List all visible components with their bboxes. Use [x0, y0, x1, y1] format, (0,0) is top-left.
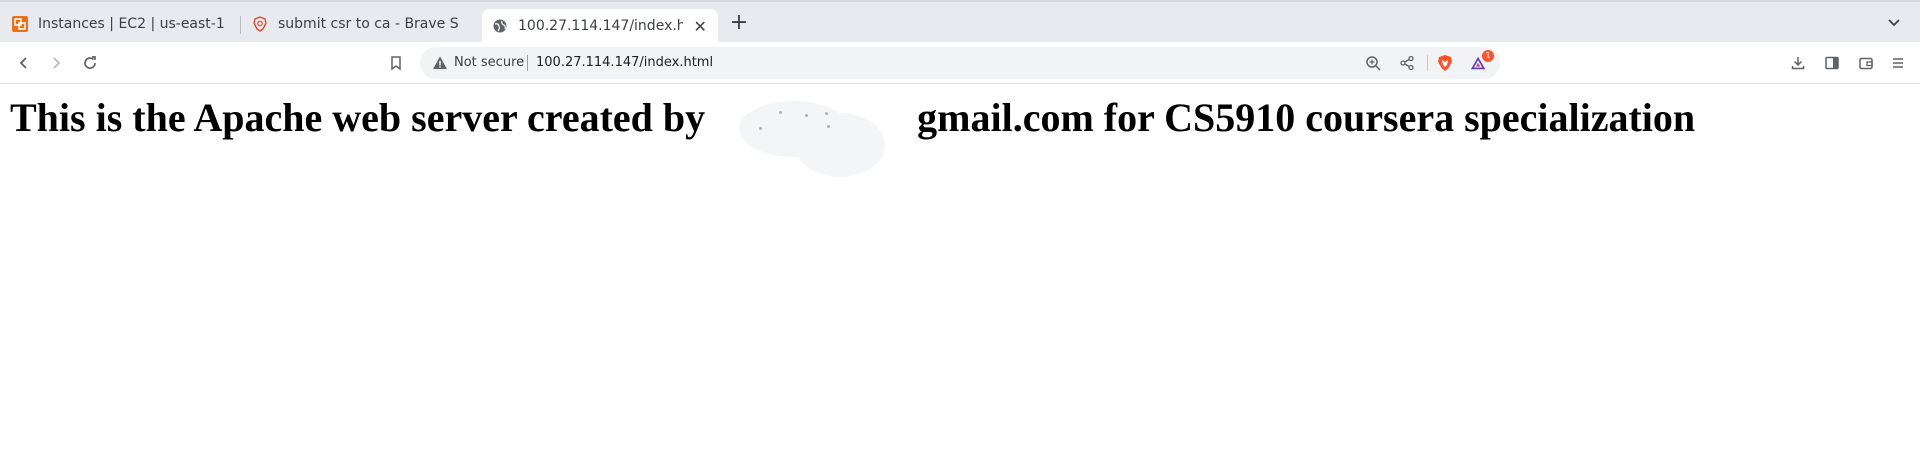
new-tab-button[interactable]: +: [728, 11, 750, 35]
globe-icon: [492, 18, 508, 34]
page-heading: This is the Apache web server created by…: [10, 94, 1696, 177]
sidebar-icon: [1825, 56, 1839, 70]
bookmark-button[interactable]: [386, 53, 406, 73]
tab-index-html[interactable]: 100.27.114.147/index.html ✕: [482, 9, 718, 43]
hamburger-menu-icon: [1893, 58, 1903, 68]
arrow-right-icon: [53, 57, 61, 69]
address-bar[interactable]: Not secure 100.27.114.147/index.html 1: [420, 47, 1500, 79]
tab-strip: Instances | EC2 | us-east-1 submit csr t…: [0, 0, 1920, 43]
brave-shields-icon[interactable]: [1436, 54, 1454, 72]
url-divider: [527, 55, 528, 71]
download-icon: [1791, 57, 1805, 70]
tab-ec2-instances[interactable]: Instances | EC2 | us-east-1: [2, 9, 238, 39]
security-label[interactable]: Not secure: [454, 55, 524, 70]
heading-text-before: This is the Apache web server created by: [10, 95, 706, 140]
wallet-icon: [1859, 57, 1873, 70]
tab-label: 100.27.114.147/index.html: [518, 18, 683, 34]
tab-divider: [240, 16, 241, 34]
browser-toolbar: Not secure 100.27.114.147/index.html 1: [0, 42, 1920, 84]
back-button[interactable]: [14, 53, 34, 73]
tab-label: submit csr to ca - Brave Search: [278, 16, 458, 32]
downloads-button[interactable]: [1788, 53, 1808, 73]
rewards-badge: 1: [1482, 50, 1494, 62]
forward-button[interactable]: [46, 53, 66, 73]
sidebar-button[interactable]: [1822, 53, 1842, 73]
redacted-email-area: [715, 100, 907, 177]
warning-icon[interactable]: [432, 55, 448, 71]
tab-label: Instances | EC2 | us-east-1: [38, 16, 225, 32]
page-content: This is the Apache web server created by…: [0, 84, 1920, 453]
aws-icon: [12, 16, 28, 32]
url-icon-divider: [1427, 55, 1428, 71]
tab-brave-search[interactable]: submit csr to ca - Brave Search: [242, 9, 468, 39]
close-icon[interactable]: ✕: [693, 17, 708, 36]
arrow-left-icon: [19, 57, 27, 69]
share-icon[interactable]: [1398, 54, 1416, 72]
url-text[interactable]: 100.27.114.147/index.html: [536, 55, 713, 70]
brave-search-icon: [252, 16, 268, 32]
reload-icon: [84, 56, 96, 69]
zoom-icon[interactable]: [1364, 54, 1382, 72]
bookmark-icon: [391, 56, 401, 71]
chevron-down-icon[interactable]: [1886, 14, 1902, 30]
menu-button[interactable]: [1888, 53, 1908, 73]
heading-text-after: gmail.com for CS5910 coursera specializa…: [917, 95, 1696, 140]
reload-button[interactable]: [80, 53, 100, 73]
wallet-button[interactable]: [1856, 53, 1876, 73]
